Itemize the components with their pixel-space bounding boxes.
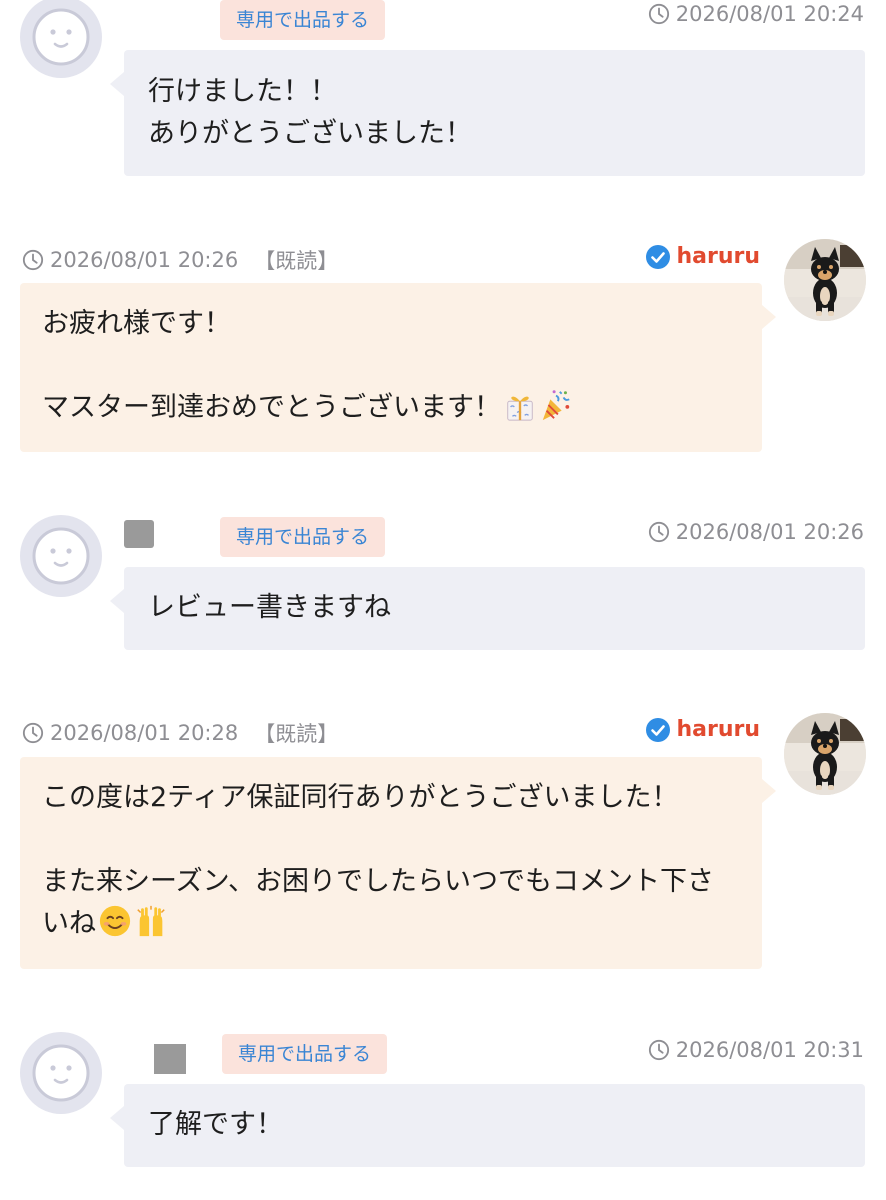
username-text: haruru bbox=[676, 717, 760, 742]
timestamp: 2026/08/01 20:24 bbox=[648, 2, 864, 26]
timestamp-text: 2026/08/01 20:31 bbox=[675, 1038, 864, 1062]
message-line: マスター到達おめでとうございます！ bbox=[42, 392, 501, 423]
timestamp-text: 2026/08/01 20:28 bbox=[50, 721, 239, 745]
message-line: この度は2ティア保証同行ありがとうございました！ bbox=[42, 782, 679, 813]
redacted-username bbox=[154, 1044, 186, 1074]
default-avatar-icon[interactable] bbox=[20, 515, 102, 597]
timestamp: 2026/08/01 20:28 【既読】 bbox=[22, 718, 338, 748]
timestamp-text: 2026/08/01 20:24 bbox=[675, 2, 864, 26]
read-status: 【既読】 bbox=[254, 722, 339, 746]
gift-ribbon-emoji bbox=[503, 388, 537, 422]
party-popper-emoji bbox=[539, 388, 573, 422]
message-line-with-emoji: また来シーズン、お困りでしたらいつでもコメント下さいね bbox=[42, 861, 740, 945]
message-bubble: お疲れ様です！ マスター到達おめでとうございます！ bbox=[20, 283, 776, 452]
verified-badge-icon bbox=[646, 718, 670, 742]
timestamp: 2026/08/01 20:26 bbox=[648, 520, 864, 544]
username[interactable]: haruru bbox=[646, 717, 760, 742]
message-bubble: 了解です！ bbox=[110, 1084, 865, 1167]
message-bubble: レビュー書きますね bbox=[110, 567, 865, 650]
timestamp-text: 2026/08/01 20:26 bbox=[50, 248, 239, 272]
dedicated-listing-tag[interactable]: 専用で出品する bbox=[222, 1034, 388, 1074]
timestamp: 2026/08/01 20:31 bbox=[648, 1038, 864, 1062]
clock-icon bbox=[648, 521, 670, 543]
verified-badge-icon bbox=[646, 245, 670, 269]
redacted-username bbox=[124, 520, 154, 548]
message-text: 行けました！！ ありがとうございました！ bbox=[148, 76, 472, 149]
default-avatar-icon[interactable] bbox=[20, 1032, 102, 1114]
smiling-face-emoji bbox=[98, 904, 132, 938]
message-text: 了解です！ bbox=[148, 1109, 283, 1140]
default-avatar-icon[interactable] bbox=[20, 0, 102, 78]
clock-icon bbox=[22, 249, 44, 271]
timestamp-text: 2026/08/01 20:26 bbox=[675, 520, 864, 544]
dedicated-listing-tag[interactable]: 専用で出品する bbox=[220, 517, 386, 557]
clock-icon bbox=[22, 722, 44, 744]
timestamp: 2026/08/01 20:26 【既読】 bbox=[22, 245, 338, 275]
clock-icon bbox=[648, 1039, 670, 1061]
raising-hands-emoji bbox=[134, 904, 168, 938]
read-status: 【既読】 bbox=[254, 249, 339, 273]
dedicated-listing-tag[interactable]: 専用で出品する bbox=[220, 0, 386, 40]
shiba-dog-avatar[interactable] bbox=[784, 239, 866, 321]
username-text: haruru bbox=[676, 244, 760, 269]
clock-icon bbox=[648, 3, 670, 25]
shiba-dog-avatar[interactable] bbox=[784, 713, 866, 795]
message-bubble: 行けました！！ ありがとうございました！ bbox=[110, 50, 865, 176]
message-line: お疲れ様です！ bbox=[42, 308, 231, 339]
message-line-with-emoji: マスター到達おめでとうございます！ bbox=[42, 387, 740, 429]
message-bubble: この度は2ティア保証同行ありがとうございました！ また来シーズン、お困りでしたら… bbox=[20, 757, 776, 969]
username[interactable]: haruru bbox=[646, 244, 760, 269]
message-text: レビュー書きますね bbox=[148, 592, 391, 623]
